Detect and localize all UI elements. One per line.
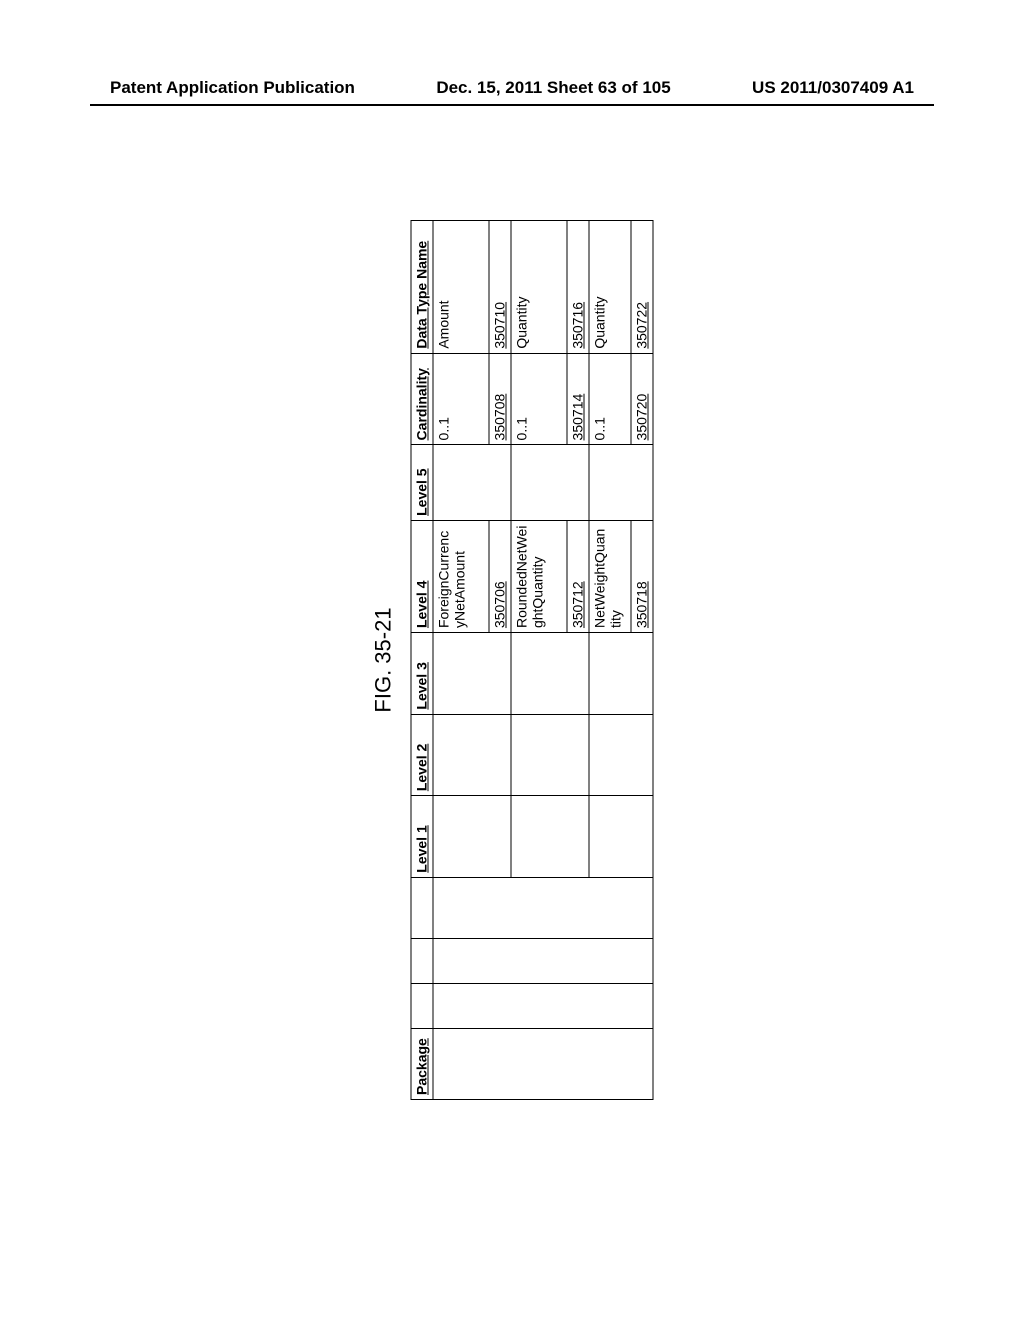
- cell-blank: [433, 877, 653, 938]
- header-middle: Dec. 15, 2011 Sheet 63 of 105: [436, 78, 670, 98]
- cell-level4: NetWeightQuantity: [589, 520, 631, 632]
- figure-container: FIG. 35-21 Package Level 1 Level 2 Level…: [371, 210, 654, 1110]
- cell-level4-ref: 350706: [489, 520, 511, 632]
- cell-cardinality: 0..1: [589, 353, 631, 445]
- cell-level5: [433, 445, 511, 520]
- page-header: Patent Application Publication Dec. 15, …: [0, 78, 1024, 98]
- cell-package: [433, 1028, 653, 1099]
- data-table: Package Level 1 Level 2 Level 3 Level 4 …: [411, 220, 654, 1100]
- cell-level1: [433, 796, 511, 878]
- col-blank-2: [411, 938, 433, 983]
- cell-level3: [511, 633, 589, 715]
- cell-level4: RoundedNetWeightQuantity: [511, 520, 567, 632]
- cell-datatype: Quantity: [589, 221, 631, 354]
- figure-label: FIG. 35-21: [371, 210, 397, 1110]
- cell-cardinality: 0..1: [511, 353, 567, 445]
- ref-num: 350722: [634, 302, 650, 349]
- cell-datatype-ref: 350710: [489, 221, 511, 354]
- cell-datatype-ref: 350722: [631, 221, 653, 354]
- ref-num: 350708: [492, 394, 508, 441]
- ref-num: 350712: [570, 581, 586, 628]
- cell-cardinality-ref: 350720: [631, 353, 653, 445]
- col-level3: Level 3: [411, 633, 433, 715]
- ref-num: 350718: [634, 581, 650, 628]
- cell-datatype-ref: 350716: [567, 221, 589, 354]
- cell-level3: [589, 633, 653, 715]
- cell-level2: [433, 714, 511, 796]
- page: Patent Application Publication Dec. 15, …: [0, 0, 1024, 1320]
- col-level4: Level 4: [411, 520, 433, 632]
- header-right: US 2011/0307409 A1: [752, 78, 914, 98]
- cell-cardinality-ref: 350714: [567, 353, 589, 445]
- cell-blank: [433, 983, 653, 1028]
- col-package: Package: [411, 1028, 433, 1099]
- ref-num: 350716: [570, 302, 586, 349]
- col-level1: Level 1: [411, 796, 433, 878]
- table-header-row: Package Level 1 Level 2 Level 3 Level 4 …: [411, 221, 433, 1100]
- table-row: ForeignCurrencyNetAmount 0..1 Amount: [433, 221, 489, 1100]
- cell-blank: [433, 938, 653, 983]
- col-level5: Level 5: [411, 445, 433, 520]
- ref-num: 350710: [492, 302, 508, 349]
- col-blank-3: [411, 877, 433, 938]
- cell-level4: ForeignCurrencyNetAmount: [433, 520, 489, 632]
- cell-level5: [589, 445, 653, 520]
- cell-level2: [511, 714, 589, 796]
- cell-cardinality: 0..1: [433, 353, 489, 445]
- cell-level1: [589, 796, 653, 878]
- cell-datatype: Quantity: [511, 221, 567, 354]
- col-level2: Level 2: [411, 714, 433, 796]
- cell-level2: [589, 714, 653, 796]
- cell-datatype: Amount: [433, 221, 489, 354]
- ref-num: 350706: [492, 581, 508, 628]
- cell-level1: [511, 796, 589, 878]
- col-cardinality: Cardinality: [411, 353, 433, 445]
- col-datatype: Data Type Name: [411, 221, 433, 354]
- cell-level4-ref: 350718: [631, 520, 653, 632]
- col-blank-1: [411, 983, 433, 1028]
- ref-num: 350720: [634, 394, 650, 441]
- cell-level5: [511, 445, 589, 520]
- cell-cardinality-ref: 350708: [489, 353, 511, 445]
- header-rule: [90, 104, 934, 106]
- cell-level3: [433, 633, 511, 715]
- header-left: Patent Application Publication: [110, 78, 355, 98]
- cell-level4-ref: 350712: [567, 520, 589, 632]
- ref-num: 350714: [570, 394, 586, 441]
